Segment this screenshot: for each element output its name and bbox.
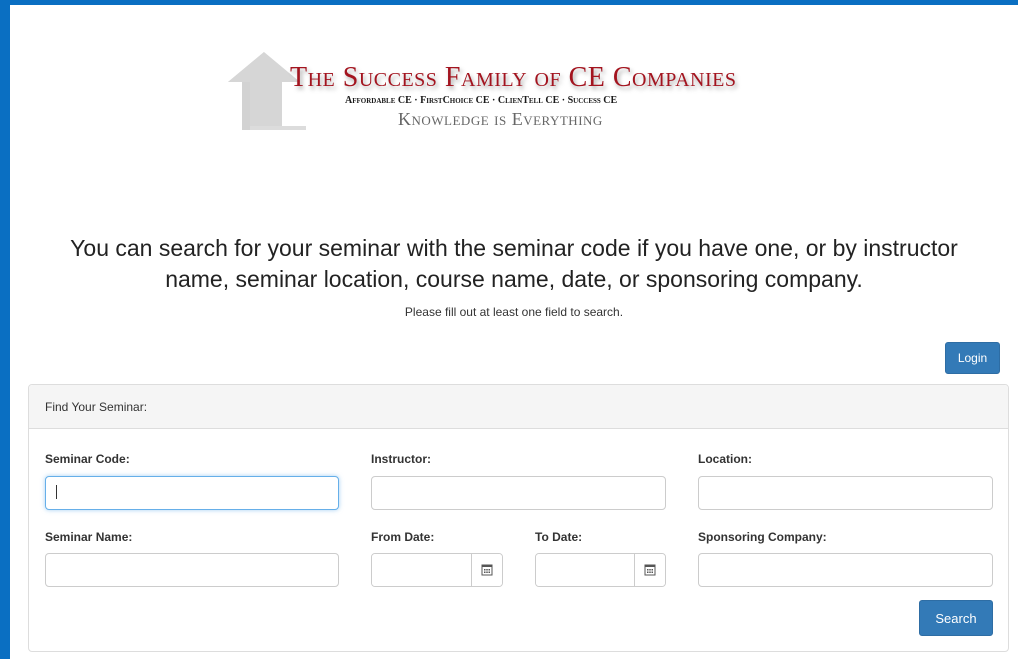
search-hint: Please fill out at least one field to se… (404, 305, 624, 319)
seminar-name-input[interactable] (45, 553, 339, 587)
to-date-input[interactable] (536, 554, 634, 586)
seminar-code-input[interactable] (45, 476, 339, 510)
from-date-label: From Date: (371, 530, 435, 544)
instructor-label: Instructor: (371, 452, 431, 466)
page: The Success Family of CE Companies Affor… (10, 5, 1018, 659)
instructor-input[interactable] (371, 476, 666, 510)
location-input[interactable] (698, 476, 993, 510)
intro-line-1: You can search for your seminar with the… (70, 235, 958, 261)
calendar-icon (644, 564, 656, 576)
text-cursor (56, 485, 57, 499)
company-logo: The Success Family of CE Companies Affor… (220, 50, 860, 140)
location-label: Location: (698, 452, 752, 466)
from-date-picker-button[interactable] (471, 554, 502, 586)
intro-line-2: name, seminar location, course name, dat… (165, 266, 863, 292)
find-seminar-panel: Find Your Seminar: Seminar Code: Instruc… (28, 384, 1009, 652)
login-button[interactable]: Login (945, 342, 1000, 374)
sponsoring-company-input[interactable] (698, 553, 993, 587)
seminar-name-label: Seminar Name: (45, 530, 133, 544)
logo-companies: Affordable CE · FirstChoice CE · ClienTe… (345, 95, 618, 106)
logo-tagline: Knowledge is Everything (398, 109, 603, 129)
search-button[interactable]: Search (919, 600, 993, 636)
from-date-group (371, 553, 503, 587)
to-date-picker-button[interactable] (634, 554, 665, 586)
calendar-icon (481, 564, 493, 576)
to-date-group (535, 553, 666, 587)
panel-heading: Find Your Seminar: (29, 385, 1008, 429)
seminar-code-label: Seminar Code: (45, 452, 130, 466)
sponsoring-company-label: Sponsoring Company: (698, 530, 827, 544)
logo-title: The Success Family of CE Companies (290, 62, 737, 93)
seminar-code-wrapper (45, 476, 339, 510)
intro-text: You can search for your seminar with the… (10, 233, 1018, 295)
to-date-label: To Date: (535, 530, 583, 544)
from-date-input[interactable] (372, 554, 471, 586)
